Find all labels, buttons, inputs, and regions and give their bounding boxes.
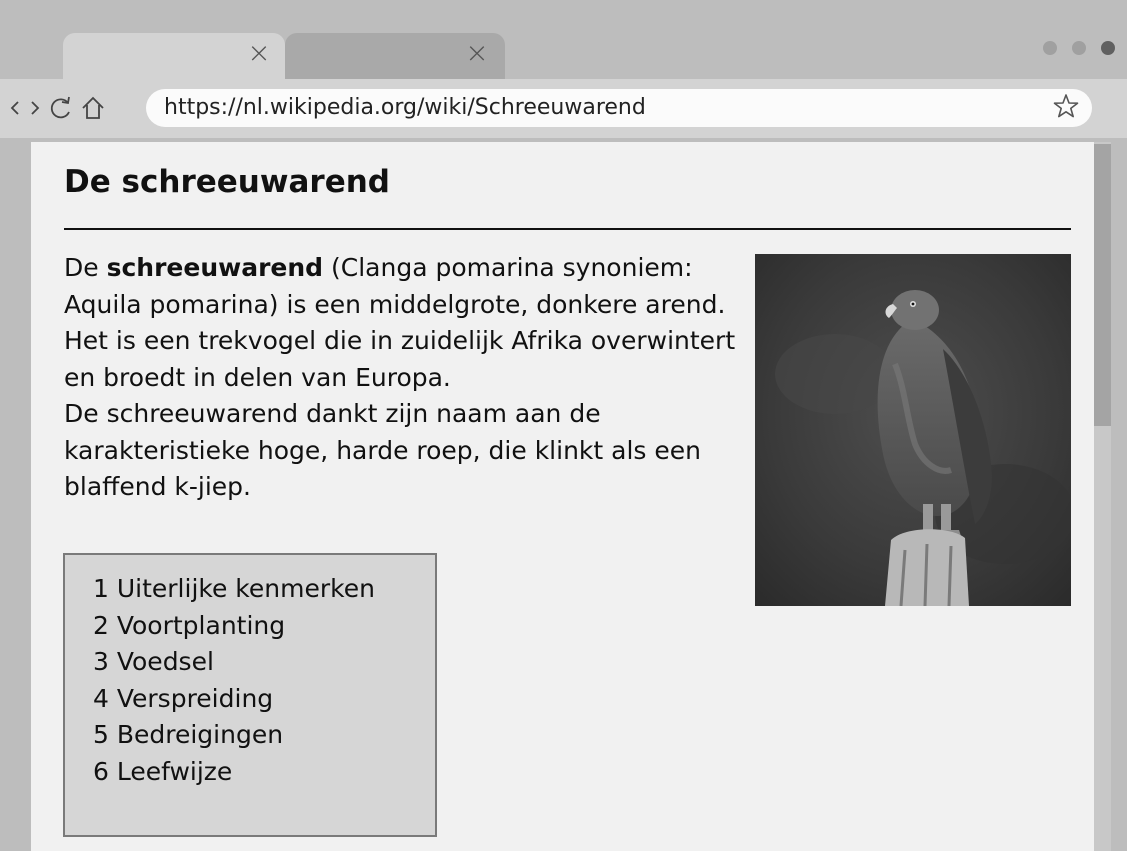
page-title: De schreeuwarend [64, 164, 390, 200]
scrollbar-thumb[interactable] [1094, 144, 1111, 426]
intro-prefix: De [64, 253, 107, 282]
toc-item[interactable]: 6 Leefwijze [93, 754, 435, 791]
toc-item[interactable]: 3 Voedsel [93, 644, 435, 681]
window-controls [1033, 40, 1115, 55]
intro-bold-term: schreeuwarend [106, 253, 324, 282]
browser-tab-active[interactable]: × [63, 33, 285, 79]
window-dot-icon[interactable] [1071, 41, 1086, 55]
back-button[interactable] [4, 93, 26, 123]
toc-item[interactable]: 5 Bedreigingen [93, 717, 435, 754]
reload-icon [50, 96, 70, 119]
home-icon [82, 96, 104, 119]
browser-toolbar: https://nl.wikipedia.org/wiki/Schreeuwar… [0, 79, 1127, 138]
scrollbar[interactable] [1094, 142, 1111, 851]
home-button[interactable] [78, 93, 108, 123]
browser-tab-inactive[interactable]: × [285, 33, 505, 79]
reload-button[interactable] [46, 93, 76, 123]
eagle-image-icon [755, 254, 1071, 606]
forward-button[interactable] [24, 93, 46, 123]
toc-item[interactable]: 1 Uiterlijke kenmerken [93, 571, 435, 608]
bookmark-star-icon[interactable] [1052, 92, 1080, 128]
window-dot-icon[interactable] [1042, 41, 1057, 55]
address-url[interactable]: https://nl.wikipedia.org/wiki/Schreeuwar… [164, 89, 646, 127]
chevron-right-icon [31, 101, 40, 115]
intro-paragraph: De schreeuwarend (Clanga pomarina synoni… [64, 250, 744, 396]
toc-item[interactable]: 2 Voortplanting [93, 608, 435, 645]
eagle-photo [755, 254, 1071, 606]
tab-close-icon[interactable]: × [463, 39, 491, 67]
title-divider [64, 228, 1071, 230]
intro-text: De schreeuwarend (Clanga pomarina synoni… [64, 250, 744, 506]
chevron-left-icon [10, 101, 19, 115]
intro-second-paragraph: De schreeuwarend dankt zijn naam aan de … [64, 399, 701, 501]
browser-window: × × https://nl.wikipedia.org/wiki/Schree… [0, 0, 1127, 851]
tab-close-icon[interactable]: × [245, 39, 273, 67]
window-dot-icon[interactable] [1101, 41, 1115, 55]
star-icon [1053, 94, 1079, 118]
toc-item[interactable]: 4 Verspreiding [93, 681, 435, 718]
toc-list: 1 Uiterlijke kenmerken 2 Voortplanting 3… [65, 555, 435, 790]
page-content: De schreeuwarend De schreeuwarend (Clang… [31, 142, 1094, 851]
address-bar[interactable]: https://nl.wikipedia.org/wiki/Schreeuwar… [146, 89, 1092, 127]
table-of-contents: 1 Uiterlijke kenmerken 2 Voortplanting 3… [63, 553, 437, 837]
